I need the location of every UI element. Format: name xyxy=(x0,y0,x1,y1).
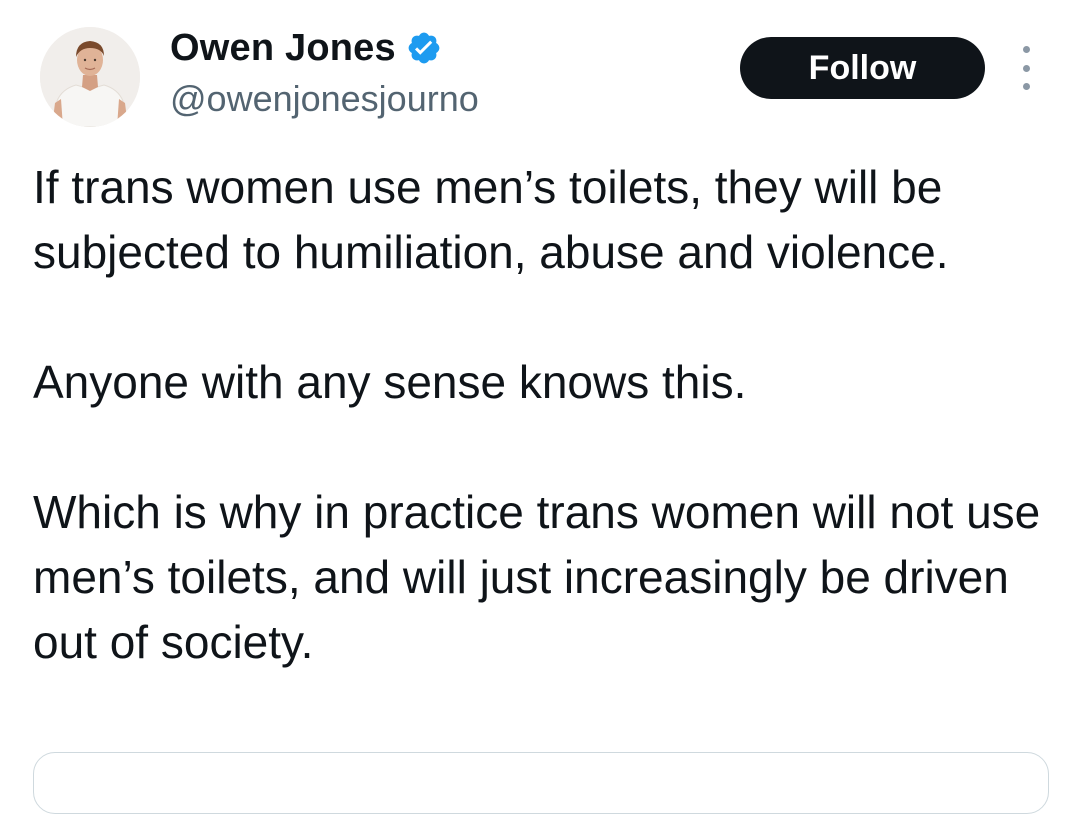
author-avatar[interactable] xyxy=(40,27,140,127)
author-handle[interactable]: @owenjonesjourno xyxy=(170,78,479,120)
verified-badge-icon[interactable] xyxy=(406,30,442,66)
follow-button[interactable]: Follow xyxy=(740,37,985,99)
tweet-paragraph: Anyone with any sense knows this. xyxy=(33,356,747,408)
more-dot xyxy=(1022,83,1030,90)
tweet-paragraph: Which is why in practice trans women wil… xyxy=(33,486,1041,668)
tweet-body: If trans women use men’s toilets, they w… xyxy=(33,155,1043,675)
author-name-row: Owen Jones xyxy=(170,28,442,68)
author-display-name[interactable]: Owen Jones xyxy=(170,28,396,68)
more-options-icon[interactable] xyxy=(1014,46,1038,90)
tweet-paragraph: If trans women use men’s toilets, they w… xyxy=(33,161,949,278)
more-dot xyxy=(1022,64,1030,72)
tweet: Owen Jones @owenjonesjourno Follow If tr… xyxy=(0,0,1080,814)
avatar-photo xyxy=(40,27,140,127)
more-dot xyxy=(1022,46,1030,53)
quoted-card[interactable] xyxy=(33,752,1049,814)
